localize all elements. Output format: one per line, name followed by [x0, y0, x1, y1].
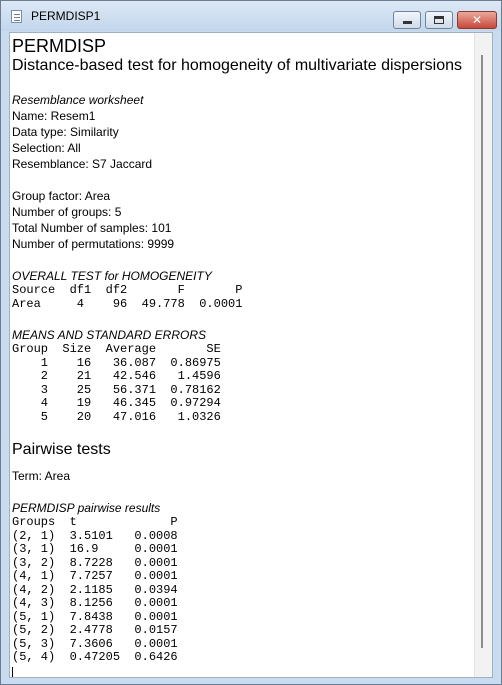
scrollbar-thumb[interactable] — [481, 55, 483, 648]
report-subheading: Distance-based test for homogeneity of m… — [12, 57, 462, 74]
results-content: PERMDISP Distance-based test for homogen… — [12, 36, 472, 677]
pairwise-table-row: (4, 3) 8.1256 0.0001 — [12, 596, 178, 610]
overall-table-row: Area 4 96 49.778 0.0001 — [12, 296, 243, 311]
overall-table-header: Source df1 df2 F P — [12, 283, 243, 297]
pairwise-table-row: (3, 2) 8.7228 0.0001 — [12, 555, 178, 570]
report-heading: PERMDISP — [12, 36, 107, 56]
title-bar[interactable]: PERMDISP1 ✕ — [1, 1, 501, 31]
document-icon — [11, 10, 22, 23]
means-table-row: 3 25 56.371 0.78162 — [12, 382, 221, 397]
pairwise-results-heading: PERMDISP pairwise results — [12, 501, 161, 515]
info-line: Name: Resem1 — [12, 109, 96, 123]
window-title: PERMDISP1 — [31, 9, 101, 23]
group-info-line: Group factor: Area — [12, 189, 111, 203]
resemblance-heading: Resemblance worksheet — [12, 93, 144, 107]
means-heading: MEANS AND STANDARD ERRORS — [12, 328, 207, 342]
pairwise-table-row: (5, 2) 2.4778 0.0157 — [12, 623, 178, 637]
close-button[interactable]: ✕ — [457, 11, 497, 29]
pairwise-table-row: (3, 1) 16.9 0.0001 — [12, 542, 178, 556]
maximize-icon — [426, 12, 452, 28]
pairwise-table-row: (4, 1) 7.7257 0.0001 — [12, 569, 178, 583]
pairwise-tests-heading: Pairwise tests — [12, 441, 111, 458]
group-info-line: Number of permutations: 9999 — [12, 237, 175, 251]
means-table-row: 4 19 46.345 0.97294 — [12, 396, 221, 410]
pairwise-table-row: (5, 1) 7.8438 0.0001 — [12, 609, 178, 624]
maximize-button[interactable] — [425, 11, 453, 29]
minimize-icon — [394, 12, 420, 28]
info-line: Selection: All — [12, 141, 81, 155]
results-text-area[interactable]: PERMDISP Distance-based test for homogen… — [9, 32, 493, 678]
close-icon: ✕ — [471, 13, 483, 27]
pairwise-table-header: Groups t P — [12, 515, 178, 529]
pairwise-table-row: (2, 1) 3.5101 0.0008 — [12, 528, 178, 543]
means-table-row: 1 16 36.087 0.86975 — [12, 355, 221, 370]
pairwise-table-row: (5, 4) 0.47205 0.6426 — [12, 650, 178, 664]
pairwise-table-row: (4, 2) 2.1185 0.0394 — [12, 582, 178, 597]
overall-test-heading: OVERALL TEST for HOMOGENEITY — [12, 269, 212, 283]
means-table-row: 2 21 42.546 1.4596 — [12, 369, 221, 383]
means-table-header: Group Size Average SE — [12, 342, 221, 356]
term-line: Term: Area — [12, 469, 71, 483]
text-cursor — [12, 666, 13, 677]
minimize-button[interactable] — [393, 11, 421, 29]
info-line: Resemblance: S7 Jaccard — [12, 157, 153, 171]
info-line: Data type: Similarity — [12, 125, 119, 139]
group-info-line: Total Number of samples: 101 — [12, 221, 172, 235]
means-table-row: 5 20 47.016 1.0326 — [12, 409, 221, 424]
pairwise-table-row: (5, 3) 7.3606 0.0001 — [12, 636, 178, 651]
vertical-scrollbar[interactable] — [474, 33, 492, 677]
permdisp-window: PERMDISP1 ✕ PERMDISP Distance-based test… — [0, 0, 502, 685]
group-info-line: Number of groups: 5 — [12, 205, 122, 219]
